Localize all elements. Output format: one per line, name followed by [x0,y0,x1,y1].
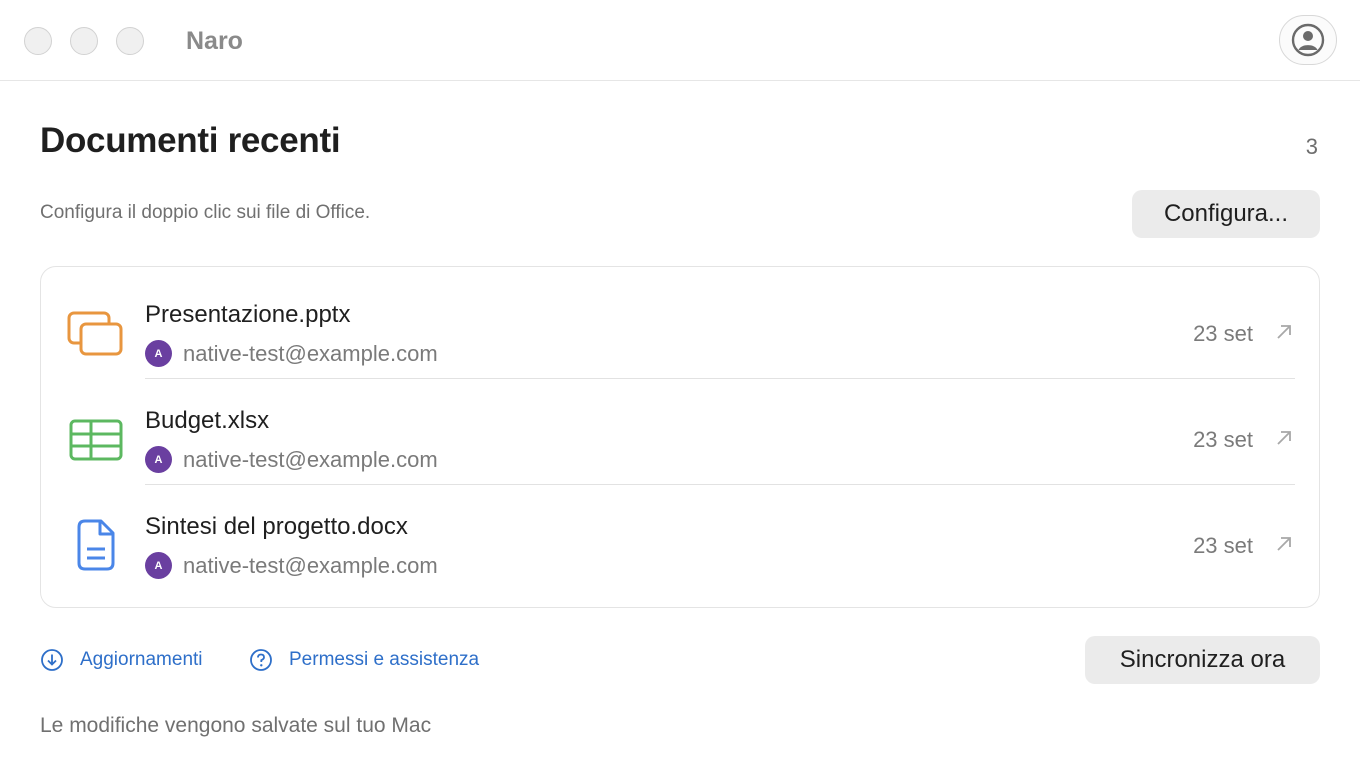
owner-avatar: A [145,446,172,473]
account-button[interactable] [1279,15,1337,65]
page-title: Documenti recenti [40,121,341,160]
document-date: 23 set [1193,321,1253,346]
close-button[interactable] [24,27,52,55]
minimize-button[interactable] [70,27,98,55]
document-name: Sintesi del progetto.docx [145,513,408,540]
permissions-link[interactable]: Permessi e assistenza [249,648,479,672]
open-arrow-icon[interactable] [1273,427,1295,449]
document-name: Budget.xlsx [145,407,270,434]
document-date: 23 set [1193,427,1253,452]
document-owner: native-test@example.com [183,447,438,472]
document-name: Presentazione.pptx [145,301,351,328]
document-owner: native-test@example.com [183,553,438,578]
open-arrow-icon[interactable] [1273,321,1295,343]
configure-hint: Configura il doppio clic sui file di Off… [40,202,371,223]
document-row[interactable]: Budget.xlsx A native-test@example.com 23… [41,379,1321,485]
document-row[interactable]: Presentazione.pptx A native-test@example… [41,273,1321,379]
permissions-link-label: Permessi e assistenza [289,649,480,670]
document-row[interactable]: Sintesi del progetto.docx A native-test@… [41,485,1321,591]
recent-documents-list: Presentazione.pptx A native-test@example… [40,266,1320,608]
document-icon [77,519,115,571]
footer-status: Le modifiche vengono salvate sul tuo Mac [40,714,432,737]
document-count: 3 [1305,134,1318,159]
user-circle-icon [1291,23,1325,57]
download-circle-icon [41,649,63,671]
configure-button[interactable]: Configura... [1132,190,1320,238]
spreadsheet-icon [69,419,123,461]
help-circle-icon [250,649,272,671]
document-date: 23 set [1193,533,1253,558]
updates-link-label: Aggiornamenti [80,649,203,670]
open-arrow-icon[interactable] [1273,533,1295,555]
owner-avatar: A [145,552,172,579]
document-owner: native-test@example.com [183,341,438,366]
updates-link[interactable]: Aggiornamenti [40,648,203,672]
sync-now-button[interactable]: Sincronizza ora [1085,636,1320,684]
app-title: Naro [186,27,243,55]
presentation-icon [67,311,123,356]
zoom-button[interactable] [116,27,144,55]
owner-avatar: A [145,340,172,367]
title-bar: Naro [0,0,1360,81]
